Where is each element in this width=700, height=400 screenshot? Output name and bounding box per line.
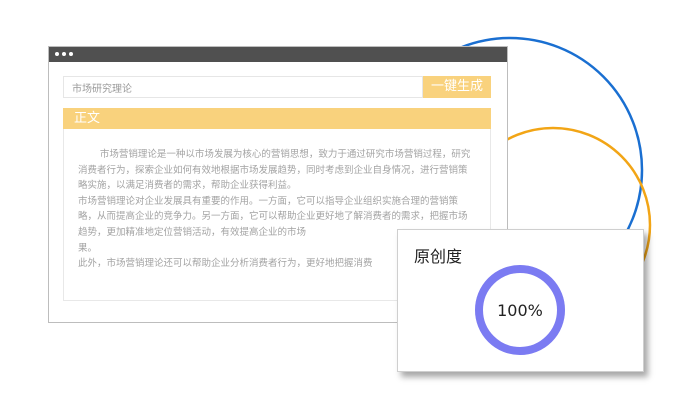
paragraph: 市场营销理论是一种以市场发展为核心的营销思想，致力于通过研究市场营销过程，研究消… bbox=[78, 149, 471, 192]
topic-input[interactable] bbox=[63, 76, 423, 98]
window-controls bbox=[55, 52, 73, 56]
window-dot-icon[interactable] bbox=[69, 52, 73, 56]
originality-card: 原创度 100% bbox=[397, 229, 644, 372]
originality-title: 原创度 bbox=[414, 247, 463, 266]
topic-toolbar: 一键生成 bbox=[63, 76, 491, 98]
window-dot-icon[interactable] bbox=[62, 52, 66, 56]
body-section-header: 正文 bbox=[63, 108, 491, 129]
window-titlebar bbox=[49, 47, 507, 62]
generate-button[interactable]: 一键生成 bbox=[423, 76, 491, 98]
originality-value: 100% bbox=[497, 300, 543, 320]
window-dot-icon[interactable] bbox=[55, 52, 59, 56]
